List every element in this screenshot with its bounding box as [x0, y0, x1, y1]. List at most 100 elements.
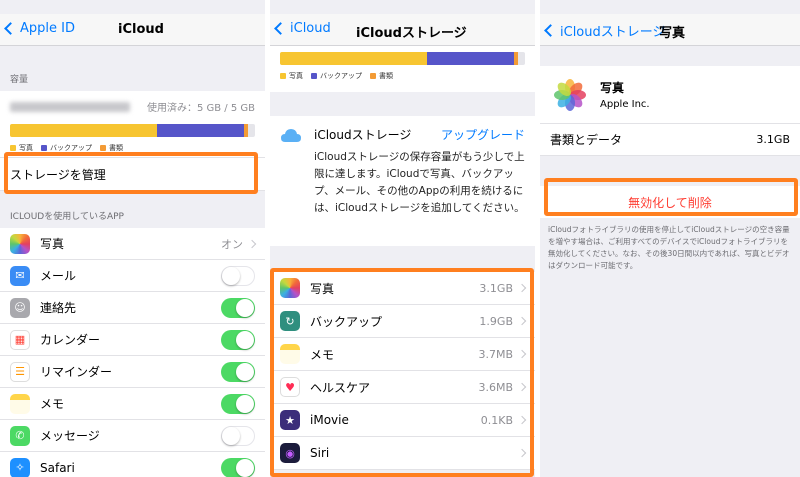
app-row[interactable]: ✧ Safari — [0, 452, 265, 477]
footer-note: iCloudフォトライブラリの使用を停止してiCloudストレージの空き容量を増… — [548, 225, 790, 270]
chevron-left-icon — [4, 22, 17, 35]
app-status-value: オン — [221, 237, 243, 251]
photos-icon — [10, 233, 30, 254]
sync-toggle[interactable] — [221, 361, 255, 382]
back-label: iCloud — [290, 21, 331, 36]
app-row[interactable]: ☺ 連絡先 — [0, 292, 265, 324]
sync-toggle[interactable] — [221, 329, 255, 350]
safari-icon: ✧ — [10, 457, 30, 477]
messages-icon: ✆ — [10, 425, 30, 446]
highlight-frame — [544, 178, 798, 216]
legend-swatch — [100, 145, 106, 151]
photos-icon — [550, 74, 590, 115]
legend-item: 写真 — [280, 71, 303, 81]
app-label: 連絡先 — [40, 301, 77, 315]
legend-swatch — [10, 145, 16, 151]
legend-label: バックアップ — [320, 72, 362, 80]
app-row[interactable]: 写真 オン — [0, 228, 265, 260]
sync-toggle[interactable] — [221, 265, 255, 286]
chevron-left-icon — [544, 24, 557, 37]
app-row[interactable]: ✆ メッセージ — [0, 420, 265, 452]
toggle-knob — [222, 266, 240, 285]
legend-label: 写真 — [289, 72, 303, 80]
storage-title: iCloudストレージ — [314, 128, 412, 142]
legend-item: 書類 — [370, 71, 393, 81]
storage-bar — [10, 124, 255, 137]
storage-free-segment — [247, 124, 255, 137]
back-button[interactable]: iCloudストレージ — [544, 21, 666, 40]
sync-toggle[interactable] — [221, 393, 255, 414]
storage-section-header: 容量 — [10, 75, 29, 85]
app-row[interactable]: メモ — [0, 388, 265, 420]
app-label: メッセージ — [40, 429, 100, 443]
storage-warning-message: iCloudストレージの保存容量がもう少しで上限に達します。iCloudで写真、… — [314, 151, 525, 214]
account-name-blurred — [10, 101, 130, 112]
legend-label: 写真 — [19, 144, 33, 152]
chevron-left-icon — [274, 22, 287, 35]
legend-swatch — [370, 73, 376, 79]
status-bar — [540, 0, 800, 14]
app-row[interactable]: ☰ リマインダー — [0, 356, 265, 388]
app-row[interactable]: ▦ カレンダー — [0, 324, 265, 356]
icloud-storage-panel: iCloud iCloudストレージ 写真 バックアップ 書類 iCloudストレー… — [270, 0, 535, 477]
app-label: Safari — [40, 460, 75, 475]
back-label: iCloudストレージ — [560, 25, 666, 40]
storage-summary: 使用済み：5 GB / 5 GB 写真 バックアップ 書類 — [0, 91, 265, 157]
toggle-knob — [236, 362, 254, 381]
app-label: メール — [40, 269, 77, 283]
toggle-knob — [236, 458, 254, 477]
highlight-frame — [4, 152, 258, 194]
status-bar — [0, 0, 265, 14]
screenshot-composite: Apple ID iCloud 容量 使用済み：5 GB / 5 GB 写真 バッ… — [0, 0, 800, 477]
toggle-knob — [236, 330, 254, 349]
storage-segment — [427, 52, 514, 65]
storage-bar — [280, 52, 525, 65]
legend-label: 書類 — [109, 144, 123, 152]
reminders-icon: ☰ — [10, 361, 30, 382]
documents-data-row: 書類とデータ 3.1GB — [540, 124, 800, 156]
calendar-icon: ▦ — [10, 329, 30, 350]
app-label: 写真 — [40, 237, 65, 251]
legend-swatch — [280, 73, 286, 79]
chevron-right-icon — [247, 239, 257, 248]
upgrade-link[interactable]: アップグレード — [441, 126, 525, 143]
storage-overview: 写真 バックアップ 書類 — [270, 46, 535, 92]
sync-toggle[interactable] — [221, 297, 255, 318]
app-label: リマインダー — [40, 365, 113, 379]
storage-segment — [10, 124, 157, 137]
back-button[interactable]: Apple ID — [4, 21, 75, 36]
documents-data-value: 3.1GB — [756, 133, 790, 146]
app-name: 写真 — [600, 81, 625, 95]
sync-toggle[interactable] — [221, 425, 255, 446]
apps-list: 写真 オン ✉ メール ☺ 連絡先 ▦ カレンダー ☰ リマインダー メモ ✆ メッセージ ✧ Safari — [0, 228, 265, 477]
highlight-frame — [270, 268, 534, 477]
sync-toggle[interactable] — [221, 457, 255, 477]
back-button[interactable]: iCloud — [274, 21, 331, 36]
mail-icon: ✉ — [10, 265, 30, 286]
legend-swatch — [41, 145, 47, 151]
legend-label: 書類 — [379, 72, 393, 80]
page-title: iCloudストレージ — [356, 26, 467, 41]
icloud-settings-panel: Apple ID iCloud 容量 使用済み：5 GB / 5 GB 写真 バッ… — [0, 0, 265, 477]
storage-segment — [280, 52, 427, 65]
status-bar — [270, 0, 535, 14]
toggle-knob — [236, 298, 254, 317]
storage-warning-card: iCloudストレージ アップグレード iCloudストレージの保存容量がもう少… — [270, 116, 535, 246]
app-label: メモ — [40, 397, 65, 411]
app-row[interactable]: ✉ メール — [0, 260, 265, 292]
storage-legend: 写真 バックアップ 書類 — [280, 71, 525, 81]
nav-bar: iCloud iCloudストレージ — [270, 14, 535, 46]
toggle-knob — [222, 426, 240, 445]
app-header: 写真 Apple Inc. — [540, 66, 800, 124]
page-title: iCloud — [118, 22, 164, 37]
legend-swatch — [311, 73, 317, 79]
photos-storage-panel: iCloudストレージ 写真 写真 Apple Inc. 書類とデータ 3.1G… — [540, 0, 800, 477]
notes-icon — [10, 393, 30, 414]
storage-segment — [157, 124, 244, 137]
app-label: カレンダー — [40, 333, 101, 347]
toggle-knob — [236, 394, 254, 413]
contacts-icon: ☺ — [10, 297, 30, 318]
documents-data-label: 書類とデータ — [550, 133, 623, 147]
legend-label: バックアップ — [50, 144, 92, 152]
storage-free-segment — [517, 52, 525, 65]
